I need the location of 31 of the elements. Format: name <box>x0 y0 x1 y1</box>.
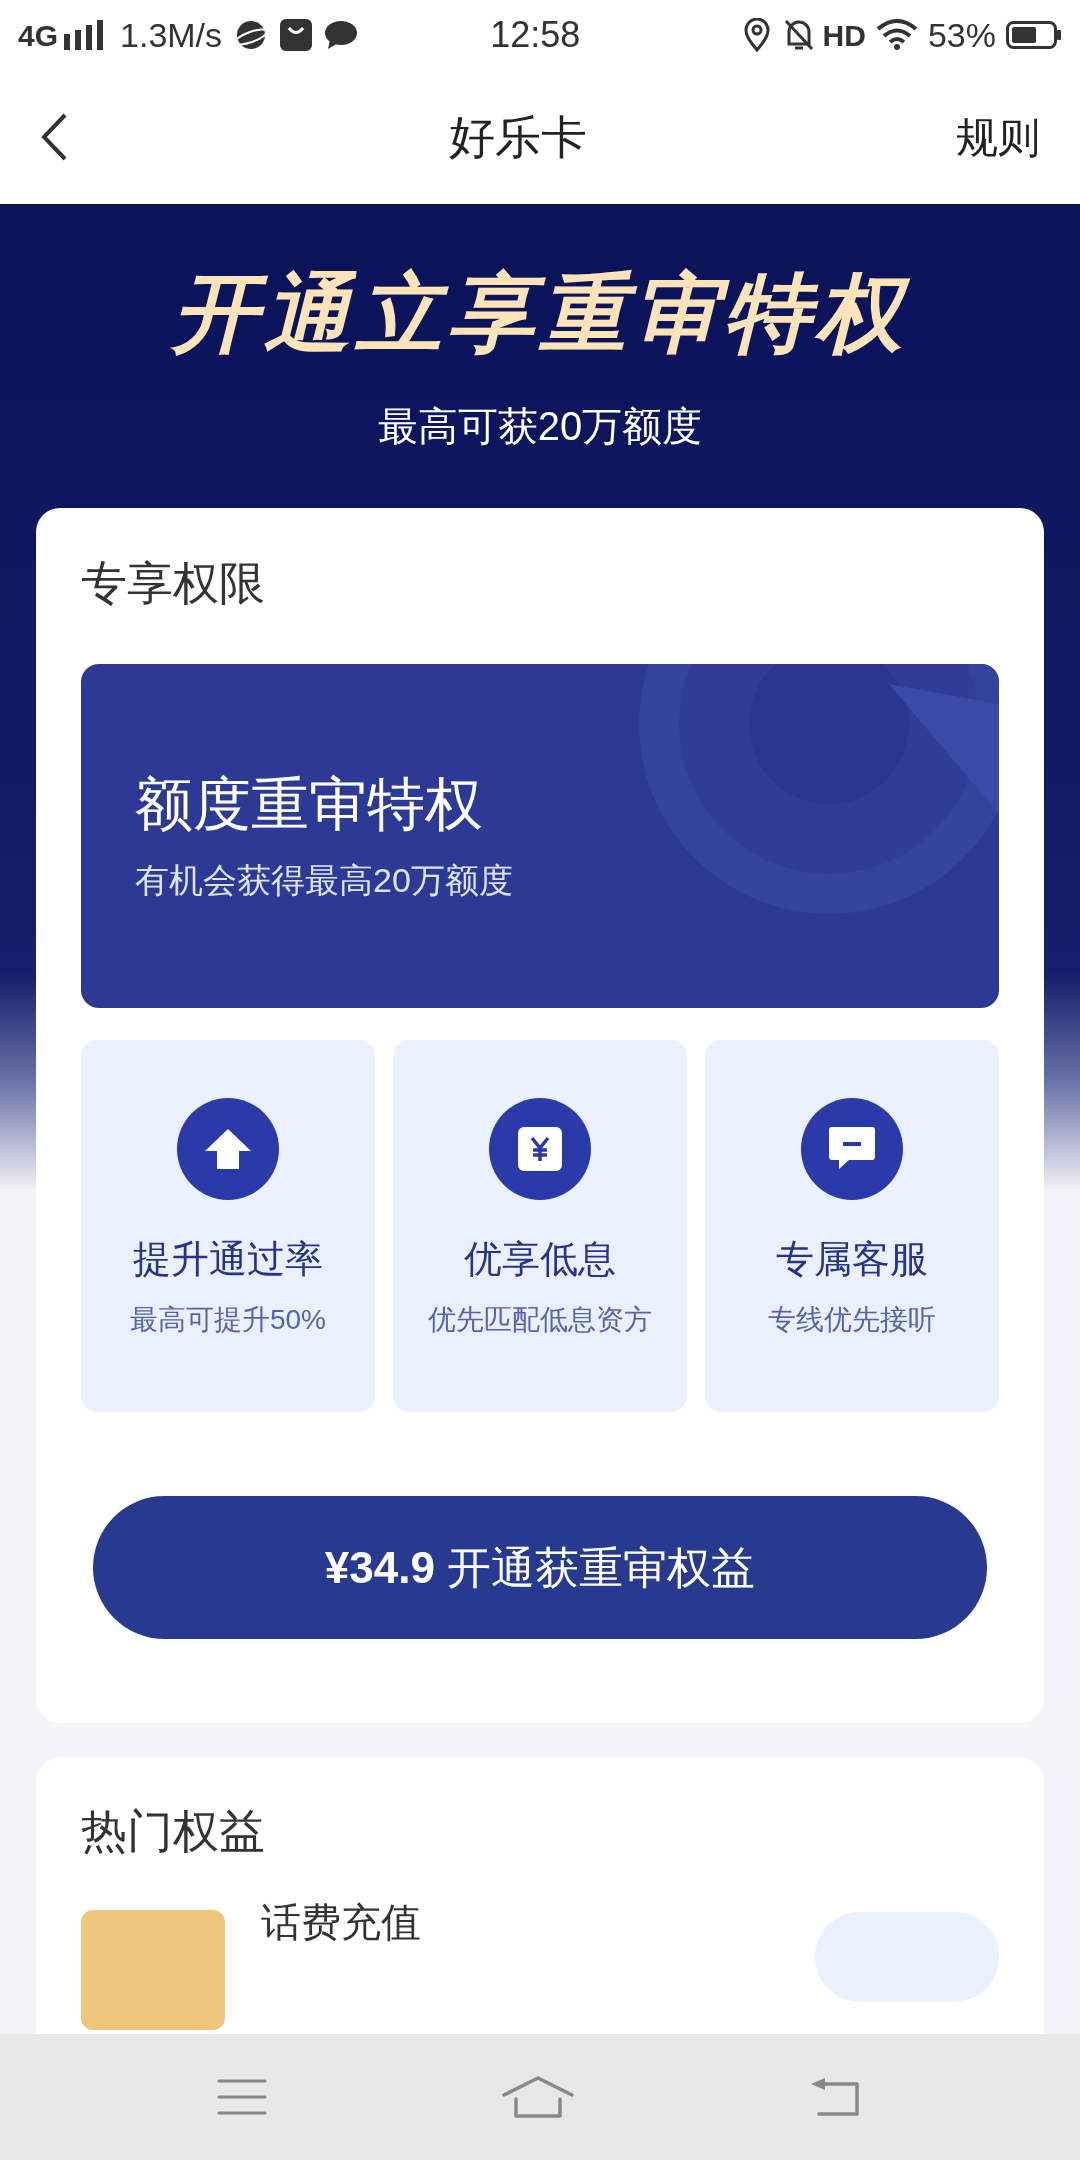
menu-icon[interactable] <box>217 2077 268 2117</box>
location-icon <box>742 18 771 52</box>
feature-title: 提升通过率 <box>133 1240 323 1278</box>
rules-link[interactable]: 规则 <box>956 105 1040 169</box>
bell-off-icon <box>782 18 815 52</box>
back-icon <box>40 112 68 162</box>
section-heading: 专享权限 <box>81 560 266 606</box>
hero-title: 开通立享重审特权 <box>172 270 908 356</box>
feature-subtitle: 专线优先接听 <box>768 1306 936 1334</box>
activate-button[interactable]: ¥34.9 开通获重审权益 <box>93 1496 987 1639</box>
benefit-icon <box>81 1910 225 2030</box>
message-icon <box>324 20 359 50</box>
battery-icon <box>1006 21 1062 49</box>
banner-title: 额度重审特权 <box>135 775 484 833</box>
section-heading: 热门权益 <box>81 1808 266 1854</box>
wifi-icon <box>875 19 918 51</box>
network-type: 4G <box>18 17 59 54</box>
feature-subtitle: 优先匹配低息资方 <box>428 1306 652 1334</box>
home-icon[interactable] <box>502 2075 574 2119</box>
feature-title: 优享低息 <box>464 1240 616 1278</box>
benefit-title: 话费充值 <box>261 1902 421 1942</box>
network-speed: 1.3M/s <box>120 14 223 56</box>
hd-label: HD <box>822 17 866 54</box>
page-title: 好乐卡 <box>449 109 587 165</box>
feature-subtitle: 最高可提升50% <box>129 1306 326 1334</box>
hero-subtitle: 最高可获20万额度 <box>377 403 703 450</box>
banner-subtitle: 有机会获得最高20万额度 <box>135 863 514 897</box>
feature-title: 专属客服 <box>776 1240 928 1278</box>
battery-percent: 53% <box>927 14 996 56</box>
bag-icon <box>280 19 313 51</box>
clock-time: 12:58 <box>490 13 581 57</box>
